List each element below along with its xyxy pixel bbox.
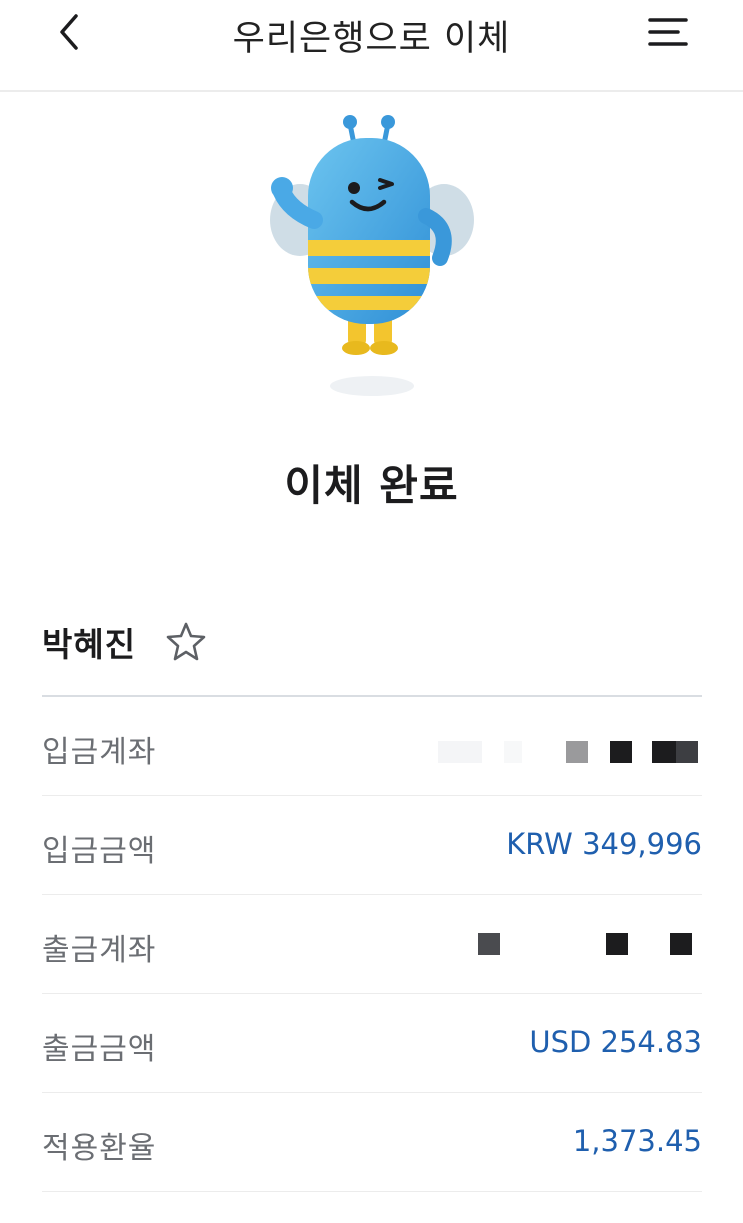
bee-mascot-illustration: [270, 115, 474, 396]
hamburger-menu-icon: [648, 18, 688, 46]
recipient-name: 박혜진: [42, 625, 137, 664]
favorite-button[interactable]: [164, 620, 208, 664]
transfer-complete-title: 이체 완료: [284, 461, 459, 510]
deposit-account-label: 입금계좌: [42, 735, 157, 770]
page-title: 우리은행으로 이체: [232, 19, 511, 59]
detail-row-exchange-rate: 적용환율 1,373.45: [42, 1093, 702, 1192]
detail-row-deposit-account: 입금계좌: [42, 697, 702, 796]
masked-account-number: [432, 933, 702, 955]
detail-row-withdrawal-account: 출금계좌: [42, 895, 702, 994]
exchange-rate-value: 1,373.45: [572, 1124, 702, 1158]
detail-row-deposit-amount: 입금금액 KRW 349,996: [42, 796, 702, 895]
withdrawal-amount-value: USD 254.83: [529, 1025, 702, 1059]
top-bar: 우리은행으로 이체: [0, 0, 743, 92]
recipient-header: 박혜진: [42, 615, 208, 669]
masked-account-number: [432, 741, 702, 763]
withdrawal-account-label: 출금계좌: [42, 933, 157, 968]
menu-button[interactable]: [644, 12, 692, 56]
deposit-amount-value: KRW 349,996: [506, 827, 702, 861]
deposit-amount-label: 입금금액: [42, 834, 157, 869]
star-outline-icon: [166, 622, 206, 661]
exchange-rate-label: 적용환율: [42, 1131, 157, 1166]
detail-row-withdrawal-amount: 출금금액 USD 254.83: [42, 994, 702, 1093]
withdrawal-amount-label: 출금금액: [42, 1032, 157, 1067]
